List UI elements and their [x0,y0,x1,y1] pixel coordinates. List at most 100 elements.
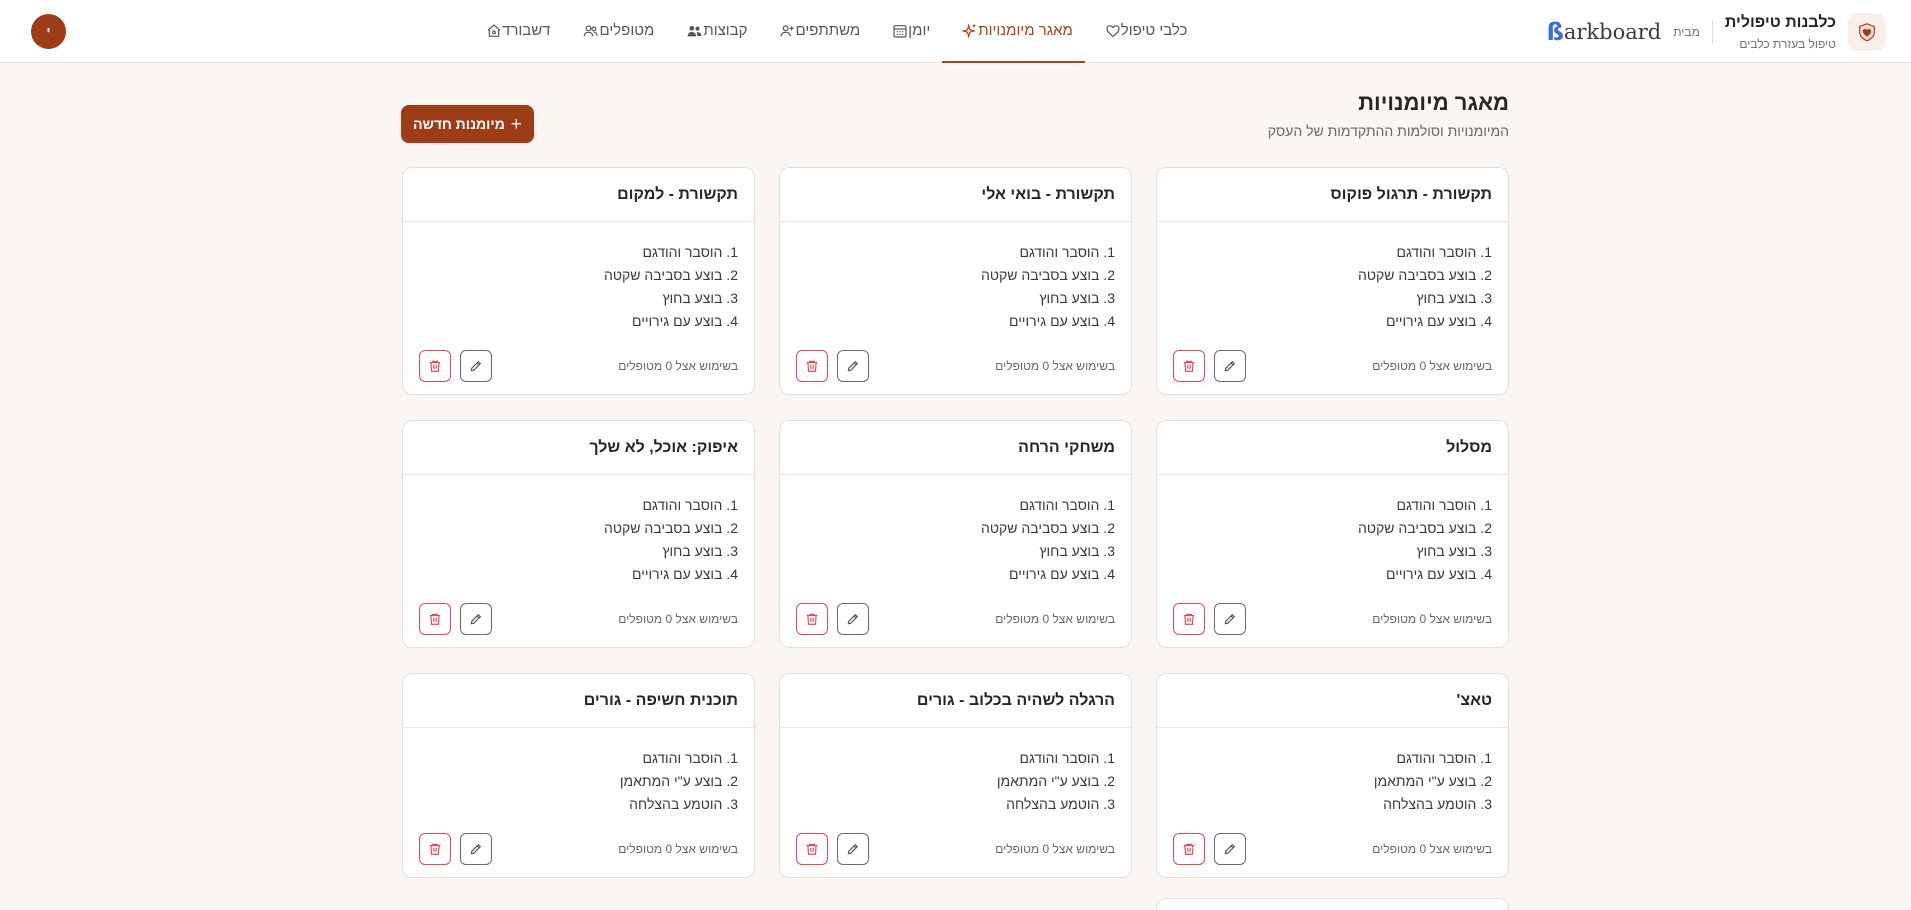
skill-card-footer: בשימוש אצל 0 מטופלים [780,350,1131,382]
delete-button[interactable] [796,603,828,635]
heart-shield-icon [1848,13,1886,51]
pencil-icon [470,360,482,372]
avatar[interactable]: י [31,14,66,49]
delete-button[interactable] [796,833,828,865]
skill-step: 2. בוצע בסביבה שקטה [603,520,738,536]
skill-usage: בשימוש אצל 0 מטופלים [1372,612,1492,626]
skill-card-title: איפוק: אוכל, לא שלך [403,421,754,475]
nav-label: משתתפים [795,22,861,39]
skill-card: מסלול 1. הוסבר והודגם 2. בוצע בסביבה שקטה… [1156,420,1509,648]
users-icon [582,23,599,39]
edit-button[interactable] [837,350,869,382]
brand-name: כלבנות טיפולית [1724,13,1836,31]
nav-label: מטופלים [599,22,655,39]
brand[interactable]: כלבנות טיפולית טיפול בעזרת כלבים מבית ßa… [1547,10,1886,54]
pencil-icon [470,613,482,625]
edit-button[interactable] [1214,603,1246,635]
brand-presents: מבית [1673,25,1700,39]
edit-button[interactable] [1214,833,1246,865]
skill-usage: בשימוש אצל 0 מטופלים [995,359,1115,373]
skill-card-footer: בשימוש אצל 0 מטופלים [1157,350,1508,382]
skill-step: 3. בוצע בחוץ [1416,290,1492,306]
skill-usage: בשימוש אצל 0 מטופלים [618,842,738,856]
new-skill-button-label: מיומנות חדשה [413,116,505,132]
skill-actions [796,350,869,382]
delete-button[interactable] [419,833,451,865]
skill-step: 3. בוצע בחוץ [1039,543,1115,559]
skills-grid: תקשורת - תרגול פוקוס 1. הוסבר והודגם 2. ב… [401,167,1509,878]
skill-steps: 1. הוסבר והודגם 2. בוצע בסביבה שקטה 3. בוצ… [403,475,754,586]
skill-step: 2. בוצע ע"י המתאמן [996,773,1115,789]
skill-step: 4. בוצע עם גירויים [632,313,738,329]
delete-button[interactable] [1173,833,1205,865]
trash-icon [806,360,818,372]
skill-step: 3. בוצע בחוץ [662,290,738,306]
skill-step: 4. בוצע עם גירויים [1009,566,1115,582]
skill-steps: 1. הוסבר והודגם 2. בוצע ע"י המתאמן 3. הוטמ… [1157,728,1508,816]
skill-card-title: תוכנית חשיפה - גורים [403,674,754,728]
nav-label: יומן [908,22,931,39]
skill-step: 2. בוצע בסביבה שקטה [980,267,1115,283]
skill-steps: 1. הוסבר והודגם 2. בוצע ע"י המתאמן 3. הוטמ… [780,728,1131,816]
nav-item-calendar[interactable]: יומן [872,0,942,63]
skill-step: 2. בוצע בסביבה שקטה [603,267,738,283]
skill-step: 1. הוסבר והודגם [1396,750,1493,766]
nav-label: קבוצות [703,22,748,39]
skill-card-footer: בשימוש אצל 0 מטופלים [403,350,754,382]
pencil-icon [847,843,859,855]
pencil-icon [1224,843,1236,855]
skill-step: 4. בוצע עם גירויים [632,566,738,582]
nav-label: מאגר מיומנויות [978,22,1073,39]
skill-step: 1. הוסבר והודגם [1019,497,1116,513]
edit-button[interactable] [837,833,869,865]
nav-item-dashboard[interactable]: דשבורד [466,0,562,63]
brand-divider [1711,19,1713,45]
edit-button[interactable] [837,603,869,635]
delete-button[interactable] [419,350,451,382]
nav-item-therapy-dogs[interactable]: כלבי טיפול [1085,0,1200,63]
skill-usage: בשימוש אצל 0 מטופלים [618,612,738,626]
skill-usage: בשימוש אצל 0 מטופלים [1372,359,1492,373]
skill-card-title: תקשורת - תרגול פוקוס [1157,168,1508,222]
skill-actions [1173,603,1246,635]
delete-button[interactable] [1173,603,1205,635]
delete-button[interactable] [1173,350,1205,382]
top-bar: כלבנות טיפולית טיפול בעזרת כלבים מבית ßa… [0,0,1911,63]
edit-button[interactable] [1214,350,1246,382]
edit-button[interactable] [460,833,492,865]
skill-steps: 1. הוסבר והודגם 2. בוצע בסביבה שקטה 3. בוצ… [1157,475,1508,586]
skill-card-footer: בשימוש אצל 0 מטופלים [403,603,754,635]
nav-label: כלבי טיפול [1120,22,1188,39]
new-skill-button[interactable]: + מיומנות חדשה [401,105,534,143]
skill-steps: 1. הוסבר והודגם 2. בוצע בסביבה שקטה 3. בוצ… [403,222,754,333]
nav-item-patients[interactable]: מטופלים [562,0,666,63]
skill-card: משחקי הרחה 1. הוסבר והודגם 2. בוצע בסביבה… [779,420,1132,648]
skill-step: 2. בוצע בסביבה שקטה [980,520,1115,536]
skill-step: 1. הוסבר והודגם [642,497,739,513]
skill-card-title: הרגלה לשהיה בכלוב - גורים [780,674,1131,728]
skill-card: תוכנית חשיפה - גורים 1. הוסבר והודגם 2. ב… [402,673,755,878]
nav-item-skills[interactable]: מאגר מיומנויות [942,0,1085,63]
delete-button[interactable] [419,603,451,635]
skill-card-footer: בשימוש אצל 0 מטופלים [403,833,754,865]
nav-item-participants[interactable]: משתתפים [759,0,872,63]
edit-button[interactable] [460,603,492,635]
user-plus-icon [779,23,795,39]
brand-subtitle: טיפול בעזרת כלבים [1739,36,1836,51]
delete-button[interactable] [796,350,828,382]
edit-button[interactable] [460,350,492,382]
skill-card-title: טאצ' [1157,674,1508,728]
skill-usage: בשימוש אצל 0 מטופלים [995,842,1115,856]
skill-usage: בשימוש אצל 0 מטופלים [995,612,1115,626]
brand-text: כלבנות טיפולית טיפול בעזרת כלבים [1725,13,1836,52]
skill-steps: 1. הוסבר והודגם 2. בוצע בסביבה שקטה 3. בוצ… [780,222,1131,333]
page-title: מאגר מיומנויות [1358,90,1509,115]
home-icon [486,23,502,39]
trash-icon [429,360,441,372]
nav-item-groups[interactable]: קבוצות [666,0,759,63]
group-icon [686,23,703,39]
page-header: מאגר מיומנויות המיומנויות וסולמות ההתקדמ… [401,87,1509,147]
skill-step: 2. בוצע ע"י המתאמן [1373,773,1492,789]
skill-card-footer: בשימוש אצל 0 מטופלים [780,603,1131,635]
pencil-icon [847,360,859,372]
